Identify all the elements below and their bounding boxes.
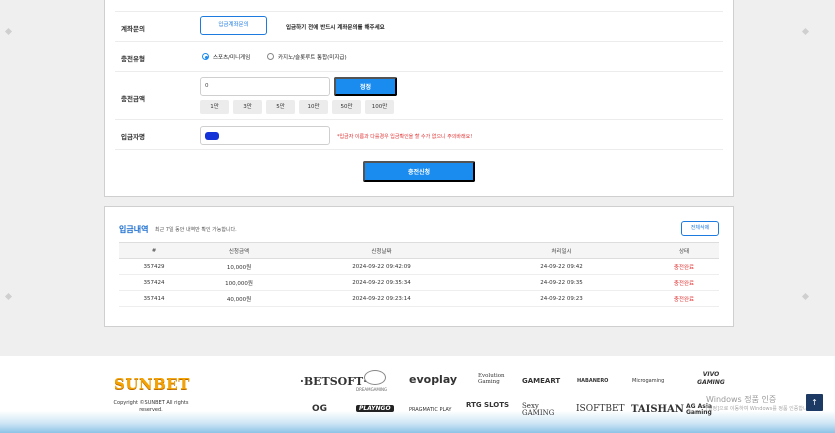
scroll-to-top-button[interactable]: ↑ bbox=[806, 394, 823, 411]
account-inquiry-row: 계좌문의 입금계좌문의 입금하기 전에 반드시 계좌문의를 해주세요 bbox=[115, 12, 723, 42]
delete-all-button[interactable]: 전체삭제 bbox=[681, 221, 719, 236]
charge-amount-label: 충전금액 bbox=[121, 95, 145, 103]
charge-type-radio-sports[interactable] bbox=[202, 53, 209, 60]
cell-processed-date: 24-09-22 09:42 bbox=[474, 258, 649, 275]
form-top-divider bbox=[115, 0, 723, 12]
partner-logo-isoftbet: ISOFTBET bbox=[576, 404, 625, 414]
cell-status: 충전완료 bbox=[649, 258, 719, 275]
depositor-name-redaction bbox=[205, 132, 219, 140]
cell-amount: 10,000원 bbox=[189, 258, 289, 275]
col-processed-date: 처리일시 bbox=[474, 242, 649, 259]
cell-processed-date: 24-09-22 09:23 bbox=[474, 290, 649, 307]
quick-amount-3[interactable]: 3만 bbox=[233, 100, 262, 114]
account-inquiry-label: 계좌문의 bbox=[121, 25, 145, 33]
windows-activation-subtext: [설정]으로 이동하여 Windows를 정품 인증합니다. bbox=[706, 406, 814, 412]
quick-amount-5[interactable]: 5만 bbox=[266, 100, 295, 114]
partner-logo-og: OG bbox=[312, 404, 328, 414]
cell-request-date: 2024-09-22 09:42:09 bbox=[289, 258, 474, 275]
decor-dot bbox=[801, 27, 810, 36]
depositor-input[interactable] bbox=[200, 126, 330, 145]
partner-logo-evoplay: evoplay bbox=[409, 373, 458, 386]
partner-logo-sexy-gaming: Sexy GAMING bbox=[522, 402, 555, 417]
partner-logo-habanero: HABANERO bbox=[577, 378, 609, 384]
charge-amount-input[interactable]: 0 bbox=[200, 77, 330, 96]
quick-amount-50[interactable]: 50만 bbox=[332, 100, 361, 114]
charge-type-row: 충전유형 스포츠/미니게임 카지노/슬롯루트 통합(미지급) bbox=[115, 42, 723, 72]
cell-number: 357429 bbox=[119, 258, 189, 275]
history-table: # 신청금액 신청날짜 처리일시 상태 357429 10,000원 2024-… bbox=[119, 242, 719, 307]
table-row: 357429 10,000원 2024-09-22 09:42:09 24-09… bbox=[119, 258, 719, 275]
account-inquiry-note: 입금하기 전에 반드시 계좌문의를 해주세요 bbox=[286, 25, 385, 31]
cell-number: 357414 bbox=[119, 290, 189, 307]
amount-reset-button[interactable]: 정정 bbox=[334, 77, 397, 96]
quick-amount-100[interactable]: 100만 bbox=[365, 100, 394, 114]
account-inquiry-button[interactable]: 입금계좌문의 bbox=[200, 16, 267, 35]
cell-request-date: 2024-09-22 09:23:14 bbox=[289, 290, 474, 307]
charge-type-label: 충전유형 bbox=[121, 55, 145, 63]
partner-logo-pragmatic: PRAGMATIC PLAY bbox=[409, 407, 452, 413]
deposit-history-panel: 입금내역 최근 7일 동안 내역만 확인 가능합니다. 전체삭제 # 신청금액 … bbox=[104, 206, 734, 327]
col-status: 상태 bbox=[649, 242, 719, 259]
cell-request-date: 2024-09-22 09:35:34 bbox=[289, 274, 474, 291]
charge-type-radio-casino[interactable] bbox=[267, 53, 274, 60]
depositor-label: 입금자명 bbox=[121, 133, 145, 141]
depositor-note: *입금자 이름과 다를경우 입금확인을 할 수가 없으니 주의바래요! bbox=[337, 134, 473, 140]
partner-logo-microgaming: Microgaming bbox=[632, 378, 665, 384]
dreamgaming-emblem-icon bbox=[364, 370, 386, 385]
cell-status: 충전완료 bbox=[649, 290, 719, 307]
decor-dot bbox=[801, 292, 810, 301]
copyright-text: Copyright ©SUNBET All rights reserved. bbox=[113, 400, 189, 413]
table-row: 357424 100,000원 2024-09-22 09:35:34 24-0… bbox=[119, 274, 719, 291]
cell-amount: 100,000원 bbox=[189, 274, 289, 291]
partner-logo-evolution: Evolution Gaming bbox=[478, 373, 505, 385]
cell-amount: 40,000원 bbox=[189, 290, 289, 307]
charge-submit-button[interactable]: 충전신청 bbox=[363, 161, 475, 182]
cell-status: 충전완료 bbox=[649, 274, 719, 291]
col-number: # bbox=[119, 242, 189, 259]
partner-logo-gameart: GAMEART bbox=[522, 377, 561, 385]
partner-logo-taishan: TAISHAN bbox=[631, 404, 684, 415]
history-title: 입금내역 bbox=[119, 225, 149, 234]
quick-amount-10[interactable]: 10만 bbox=[299, 100, 328, 114]
col-amount: 신청금액 bbox=[189, 242, 289, 259]
decor-dot bbox=[4, 27, 13, 36]
partner-logo-vivo: VIVO GAMING bbox=[697, 371, 725, 386]
quick-amount-1[interactable]: 1만 bbox=[200, 100, 229, 114]
charge-type-option-casino: 카지노/슬롯루트 통합(미지급) bbox=[278, 55, 347, 61]
history-header-row: # 신청금액 신청날짜 처리일시 상태 bbox=[119, 242, 719, 259]
partner-logo-rtg: RTG SLOTS bbox=[466, 401, 510, 409]
partner-logo-playngo: PLAYNGO bbox=[356, 405, 394, 412]
history-subtitle: 최근 7일 동안 내역만 확인 가능합니다. bbox=[155, 227, 237, 233]
cell-number: 357424 bbox=[119, 274, 189, 291]
partner-logo-dreamgaming: DREAMGAMING bbox=[356, 387, 388, 392]
charge-type-option-sports: 스포츠/미니게임 bbox=[213, 55, 251, 61]
col-request-date: 신청날짜 bbox=[289, 242, 474, 259]
cell-processed-date: 24-09-22 09:35 bbox=[474, 274, 649, 291]
table-row: 357414 40,000원 2024-09-22 09:23:14 24-09… bbox=[119, 290, 719, 307]
decor-dot bbox=[4, 292, 13, 301]
charge-form-panel: 계좌문의 입금계좌문의 입금하기 전에 반드시 계좌문의를 해주세요 충전유형 … bbox=[104, 0, 734, 197]
windows-activation-watermark: Windows 정품 인증 bbox=[706, 395, 777, 404]
sunbet-logo[interactable]: SUNBET bbox=[114, 375, 190, 393]
